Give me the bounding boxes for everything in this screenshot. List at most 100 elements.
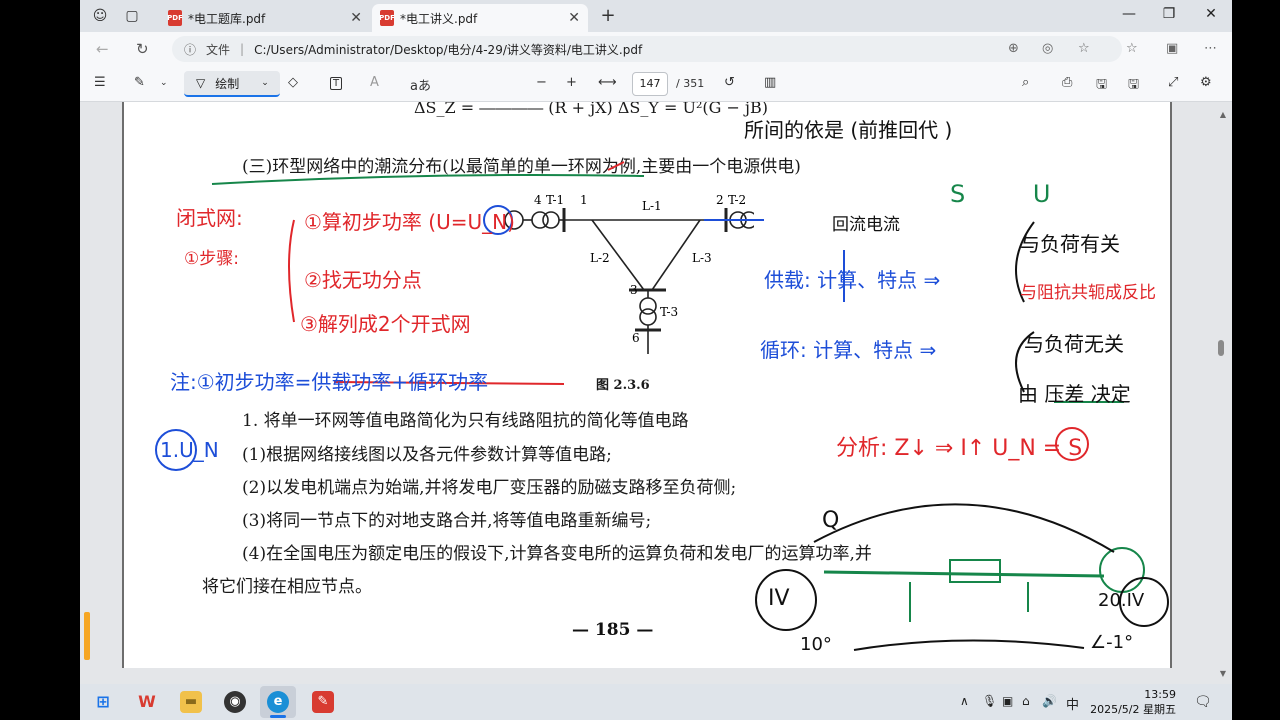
ink-step3: ③解列成2个开式网 <box>300 312 471 336</box>
ink-note: 注:①初步功率=供载功率+循环功率 <box>170 370 489 394</box>
tab-bar: ☺ ▢ PDF *电工题库.pdf ✕ PDF *电工讲义.pdf ✕ + — … <box>80 0 1232 32</box>
pdf-icon: PDF <box>379 10 395 26</box>
ink-loop-row: 循环: 计算、特点 ⇒ <box>760 338 937 362</box>
ink-steps-label: ①步骤: <box>184 249 239 269</box>
ink-loop-current: 回流电流 <box>832 215 900 235</box>
tray-chevron-icon[interactable]: ∧ <box>960 694 969 708</box>
read-aloud-icon[interactable]: aあ <box>410 75 431 94</box>
favorites-icon[interactable]: ☆ <box>1126 41 1138 56</box>
close-icon[interactable]: ✕ <box>350 10 362 26</box>
right-black-border <box>1232 0 1280 720</box>
restore-icon[interactable]: ❐ <box>1154 6 1184 22</box>
zoom-in-button[interactable]: + <box>566 75 577 90</box>
notification-icon[interactable]: 🗨 <box>1194 694 1212 710</box>
ink-step2: ②找无功分点 <box>304 268 422 292</box>
fit-width-icon[interactable]: ⟷ <box>598 75 617 90</box>
refresh-icon[interactable]: ↻ <box>136 40 149 58</box>
page-view-icon[interactable]: ▥ <box>764 75 776 90</box>
zoom-out-button[interactable]: − <box>536 75 547 90</box>
obs-icon[interactable]: ◉ <box>224 691 246 713</box>
ink-q-label: Q <box>822 508 840 533</box>
folder-icon[interactable]: ▬ <box>180 691 202 713</box>
volume-icon[interactable]: 🔊 <box>1042 694 1057 708</box>
draw-icon: ▽ <box>196 76 206 90</box>
close-icon[interactable]: ✕ <box>568 10 580 26</box>
eraser-icon[interactable]: ◇ <box>288 75 298 90</box>
scroll-thumb[interactable] <box>1218 340 1224 356</box>
font-size-icon[interactable]: A <box>370 75 379 90</box>
side-marker <box>84 612 90 660</box>
ink-related: 与负荷有关 <box>1020 232 1120 256</box>
favorite-star-icon[interactable]: ☆ <box>1078 41 1090 56</box>
ink-load-row: 供载: 计算、特点 ⇒ <box>764 268 941 292</box>
chevron-down-icon[interactable]: ⌄ <box>160 78 168 88</box>
text-tool-icon[interactable]: T <box>330 77 343 90</box>
tab-label: *电工讲义.pdf <box>400 11 478 26</box>
start-icon[interactable]: ⊞ <box>92 691 114 713</box>
print-icon[interactable]: ⎙ <box>1062 75 1072 90</box>
expand-icon[interactable]: ⤢ <box>1168 75 1178 90</box>
contents-icon[interactable]: ☰ <box>94 75 106 90</box>
browser-window: ☺ ▢ PDF *电工题库.pdf ✕ PDF *电工讲义.pdf ✕ + — … <box>80 0 1232 684</box>
ink-top-right: 所间的依是 (前推回代 ) <box>744 118 953 142</box>
left-black-border <box>0 0 80 720</box>
new-tab-button[interactable]: + <box>598 6 618 26</box>
edge-icon[interactable]: e <box>267 691 289 713</box>
wps-icon[interactable]: W <box>136 691 158 713</box>
taskbar: ⊞ W ▬ ◉ e ✎ ∧ 🎙 ▣ ⌂ 🔊 中 13:59 2025/5/2 星… <box>80 684 1232 720</box>
save-icon[interactable]: 🖫 <box>1096 75 1107 97</box>
file-label: 文件 <box>206 42 231 57</box>
clock[interactable]: 13:59 2025/5/2 星期五 <box>1090 687 1176 717</box>
clock-date: 2025/5/2 星期五 <box>1090 703 1176 716</box>
draw-button[interactable]: ▽ 绘制 ⌄ <box>184 71 280 97</box>
ink-unrelated: 与负荷无关 <box>1024 332 1124 356</box>
address-bar: ← ↻ ⓘ 文件 | C:/Users/Administrator/Deskto… <box>80 32 1232 66</box>
url-field[interactable]: ⓘ 文件 | C:/Users/Administrator/Desktop/电分… <box>172 36 1122 62</box>
tab-dianjiang[interactable]: PDF *电工讲义.pdf ✕ <box>372 4 588 32</box>
page-number-input[interactable]: 147 <box>632 72 668 96</box>
ink-step1: ①算初步功率 (U=U_N) <box>304 210 515 234</box>
back-icon[interactable]: ← <box>96 40 109 58</box>
info-icon: ⓘ <box>184 42 197 57</box>
network-icon[interactable]: ⌂ <box>1022 694 1030 708</box>
ink-closed-net: 闭式网: <box>176 206 243 230</box>
ink-impedance: 与阻抗共轭成反比 <box>1020 283 1156 303</box>
scroll-down-icon[interactable]: ▼ <box>1220 669 1226 678</box>
chevron-down-icon: ⌄ <box>261 78 269 88</box>
scroll-up-icon[interactable]: ▲ <box>1220 110 1226 119</box>
ink-gen-right: 20.IV <box>1098 590 1145 611</box>
microphone-icon[interactable]: 🎙 <box>982 694 997 708</box>
ime-indicator[interactable]: 中 <box>1066 694 1079 713</box>
pdf-toolbar: ☰ ✎ ⌄ ▽ 绘制 ⌄ ◇ T A aあ − + ⟷ 147 / 351 ↺ … <box>80 66 1232 102</box>
profile-icon[interactable]: ☺ <box>90 6 110 26</box>
read-mode-icon[interactable]: ◎ <box>1042 41 1053 56</box>
save-as-icon[interactable]: 🖫 <box>1128 75 1139 97</box>
rotate-icon[interactable]: ↺ <box>724 75 735 90</box>
vertical-scrollbar[interactable]: ▲ ▼ <box>1216 102 1226 684</box>
highlight-icon[interactable]: ✎ <box>134 75 145 90</box>
split-screen-icon[interactable]: ▣ <box>1166 41 1178 56</box>
pdf-icon: PDF <box>167 10 183 26</box>
search-icon[interactable]: ⌕ <box>1022 75 1029 90</box>
ink-angle-left: 10° <box>800 634 832 655</box>
close-window-icon[interactable]: ✕ <box>1196 6 1226 22</box>
tab-actions-icon[interactable]: ▢ <box>122 6 142 26</box>
pdf-page: ΔS_Z = ―――― (R + jX) ΔS_Y = U²(G − jB) (… <box>122 102 1172 668</box>
tray-app-icon[interactable]: ▣ <box>1002 694 1013 708</box>
ink-gen-left: IV <box>768 586 790 611</box>
pdf-viewer[interactable]: ΔS_Z = ―――― (R + jX) ΔS_Y = U²(G − jB) (… <box>80 102 1232 684</box>
ink-un-label: 1.U_N <box>160 438 219 462</box>
ink-sv: S U <box>950 180 1081 208</box>
zoom-icon[interactable]: ⊕ <box>1008 41 1019 56</box>
ink-angle-right: ∠-1° <box>1090 632 1134 653</box>
pdf-editor-icon[interactable]: ✎ <box>312 691 334 713</box>
more-icon[interactable]: ⋯ <box>1204 41 1217 56</box>
minimize-icon[interactable]: — <box>1114 6 1144 22</box>
settings-gear-icon[interactable]: ⚙ <box>1200 75 1212 90</box>
url-text: C:/Users/Administrator/Desktop/电分/4-29/讲… <box>254 42 643 57</box>
tab-label: *电工题库.pdf <box>188 11 266 26</box>
ink-analysis: 分析: Z↓ ⇒ I↑ U_N = S <box>836 436 1083 461</box>
page-total: / 351 <box>676 77 705 90</box>
tab-dianti[interactable]: PDF *电工题库.pdf ✕ <box>160 4 370 32</box>
ink-voltage-diff: 由 压差 决定 <box>1018 382 1131 406</box>
